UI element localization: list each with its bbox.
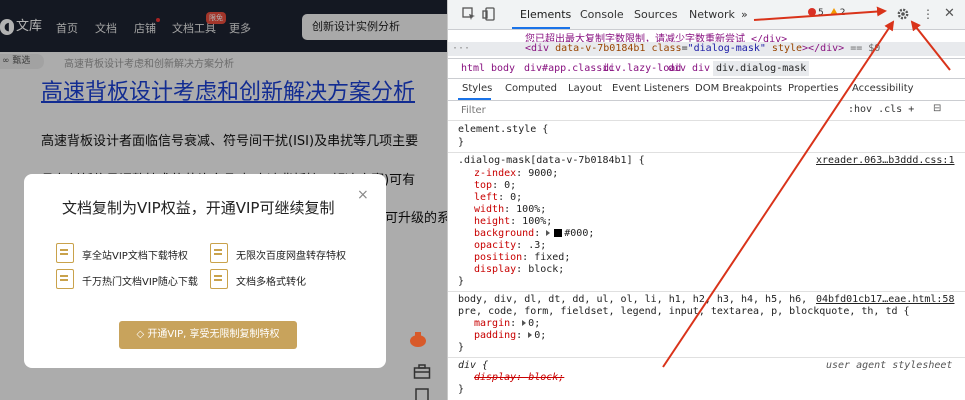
document-icon — [210, 243, 228, 263]
crumb-app[interactable]: div#app.classic — [524, 63, 614, 74]
inspect-element-icon[interactable] — [462, 7, 476, 21]
crumb-dialog-mask[interactable]: div.dialog-mask — [713, 61, 810, 76]
tab-layout[interactable]: Layout — [568, 83, 602, 94]
tab-network[interactable]: Network — [689, 8, 735, 21]
css-rule-selector-continued[interactable]: pre, code, form, fieldset, legend, input… — [458, 306, 910, 317]
css-property[interactable]: top: 0; — [474, 180, 516, 191]
css-property[interactable]: width: 100%; — [474, 204, 546, 215]
rule-divider — [448, 291, 965, 292]
more-tabs-icon[interactable]: » — [741, 8, 748, 21]
tab-dom-breakpoints[interactable]: DOM Breakpoints — [695, 83, 782, 94]
tab-computed[interactable]: Computed — [505, 83, 557, 94]
settings-gear-icon[interactable] — [896, 7, 910, 21]
expand-triangle-icon[interactable] — [522, 320, 527, 326]
css-rule-close: } — [458, 137, 465, 148]
crumb-div[interactable]: div — [668, 63, 686, 74]
color-swatch[interactable] — [554, 229, 563, 237]
document-side-icon[interactable] — [413, 388, 431, 400]
css-property[interactable]: display: block; — [474, 264, 564, 275]
css-source-link[interactable]: 04bfd01cb17…eae.html:58 — [816, 294, 954, 305]
vip-dialog: × 文档复制为VIP权益，开通VIP可继续复制 享全站VIP文档下载特权 无限次… — [24, 174, 386, 368]
crumb-div[interactable]: div — [692, 63, 710, 74]
css-property[interactable]: height: 100%; — [474, 216, 552, 227]
tab-event-listeners[interactable]: Event Listeners — [612, 83, 689, 94]
crumb-body[interactable]: body — [491, 63, 515, 74]
filter-tools[interactable]: :hov .cls + — [848, 104, 914, 115]
toolbox-icon[interactable] — [413, 363, 431, 381]
webpage: ◖ 文库 首页 文档 店铺 文档工具 限免 更多 创新设计实例分析 ∞ 甄选 高速… — [0, 0, 447, 400]
devtools-tab-bar: Elements Console Sources Network » 52 ⋮ … — [448, 0, 965, 30]
css-property[interactable]: margin: 0; — [474, 318, 540, 329]
warning-icon — [829, 8, 838, 15]
open-vip-button[interactable]: ◇ 开通VIP, 享受无限制复制特权 — [119, 321, 297, 349]
css-property[interactable]: position: fixed; — [474, 252, 570, 263]
css-property[interactable]: opacity: .3; — [474, 240, 546, 251]
css-property[interactable]: background: #000; — [474, 228, 594, 239]
dom-element-node[interactable]: <div data-v-7b0184b1 class="dialog-mask"… — [525, 43, 880, 54]
active-tab-indicator — [512, 27, 570, 29]
css-source-label: user agent stylesheet — [826, 360, 953, 371]
tab-elements[interactable]: Elements — [520, 8, 571, 21]
document-icon — [210, 269, 228, 289]
css-rule-close: } — [458, 384, 465, 395]
dialog-title: 文档复制为VIP权益，开通VIP可继续复制 — [62, 199, 335, 217]
tab-sources[interactable]: Sources — [634, 8, 678, 21]
dom-tree: 您已超出最大复制字数限制，请减少字数重新尝试 </div> ··· <div d… — [448, 30, 965, 58]
expand-triangle-icon[interactable] — [546, 230, 551, 236]
error-icon — [808, 8, 816, 16]
css-rule-selector[interactable]: .dialog-mask[data-v-7b0184b1] { — [458, 155, 645, 166]
element-breadcrumbs: html body div#app.classic div.lazy-load … — [448, 58, 965, 79]
issue-counter[interactable]: 52 — [808, 8, 845, 18]
document-icon — [56, 269, 74, 289]
filter-input[interactable]: Filter — [461, 105, 486, 116]
close-icon[interactable]: ✕ — [944, 6, 955, 21]
rule-divider — [448, 152, 965, 153]
expand-triangle-icon[interactable] — [528, 332, 533, 338]
money-bag-icon[interactable] — [409, 330, 427, 348]
tab-styles[interactable]: Styles — [462, 83, 492, 94]
css-property[interactable]: padding: 0; — [474, 330, 546, 341]
tab-accessibility[interactable]: Accessibility — [852, 83, 914, 94]
document-icon — [56, 243, 74, 263]
styles-subtab-bar: Styles Computed Layout Event Listeners D… — [448, 79, 965, 101]
css-rule-close: } — [458, 342, 465, 353]
css-property-overridden[interactable]: display: block; — [474, 372, 564, 383]
css-rule-selector[interactable]: div { — [458, 360, 488, 371]
css-rule-selector[interactable]: element.style { — [458, 124, 548, 135]
css-source-link[interactable]: xreader.063…b3ddd.css:1 — [816, 155, 954, 166]
close-icon[interactable]: × — [357, 187, 369, 203]
styles-filter-bar: Filter :hov .cls + ⊟ — [448, 101, 965, 121]
css-rule-close: } — [458, 276, 465, 287]
device-toolbar-icon[interactable] — [482, 7, 496, 21]
active-subtab-indicator — [458, 98, 491, 100]
css-property[interactable]: z-index: 9000; — [474, 168, 558, 179]
crumb-html[interactable]: html — [461, 63, 485, 74]
tab-properties[interactable]: Properties — [788, 83, 839, 94]
devtools-panel: Elements Console Sources Network » 52 ⋮ … — [447, 0, 965, 400]
toggle-sidebar-icon[interactable]: ⊟ — [933, 103, 941, 114]
tab-console[interactable]: Console — [580, 8, 624, 21]
dom-ellipsis[interactable]: ··· — [452, 43, 470, 54]
rule-divider — [448, 357, 965, 358]
kebab-menu-icon[interactable]: ⋮ — [922, 7, 934, 21]
css-rule-selector[interactable]: body, div, dl, dt, dd, ul, ol, li, h1, h… — [458, 294, 807, 305]
css-property[interactable]: left: 0; — [474, 192, 522, 203]
